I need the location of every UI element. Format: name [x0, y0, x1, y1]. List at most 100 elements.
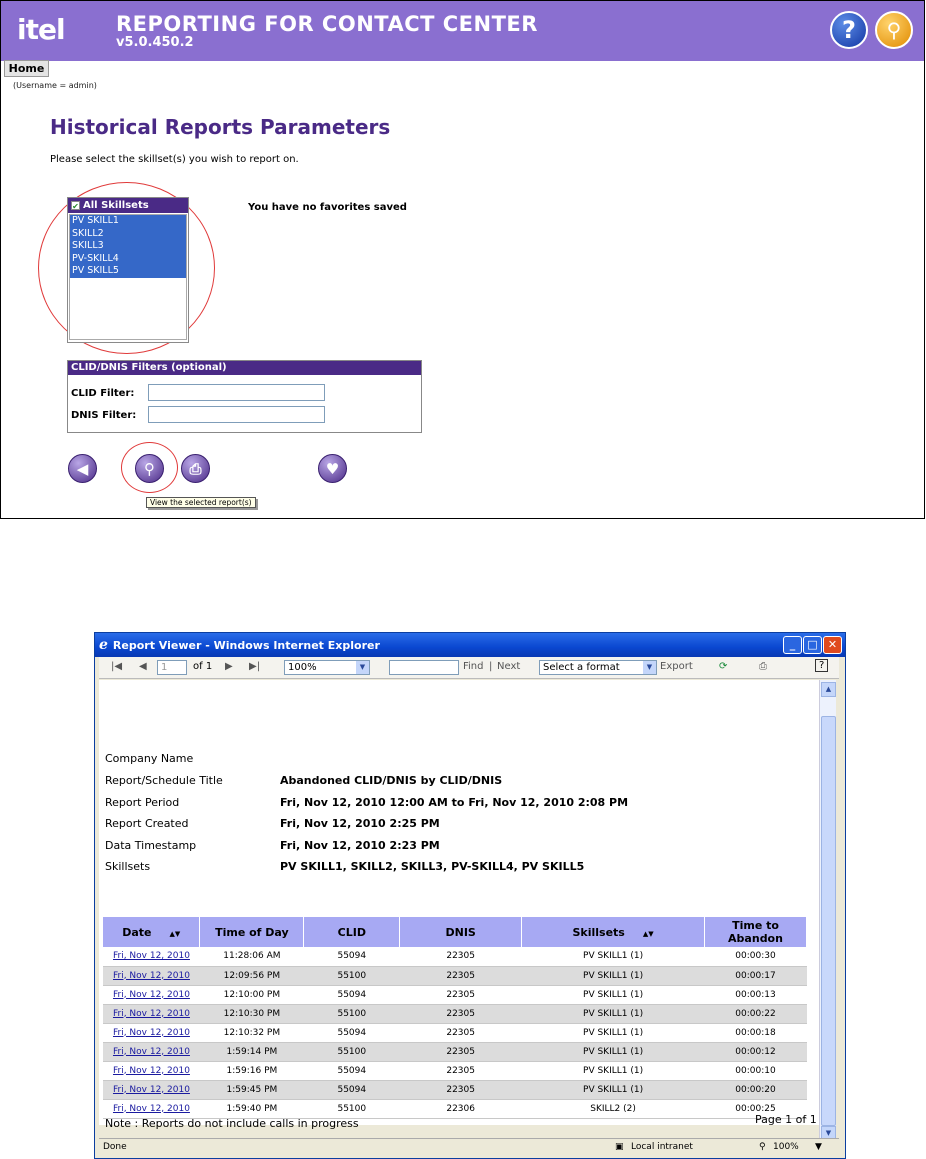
date-link[interactable]: Fri, Nov 12, 2010 — [103, 1080, 200, 1100]
print-icon[interactable]: ⎙ — [759, 661, 767, 672]
skillset-option[interactable]: PV-SKILL4 — [70, 252, 186, 265]
table-cell: 22305 — [399, 966, 522, 986]
table-cell: 22305 — [399, 985, 522, 1005]
scroll-up-icon[interactable]: ▲ — [821, 682, 836, 697]
print-button[interactable]: ⎙ — [181, 454, 210, 483]
clid-filter-input[interactable] — [148, 384, 325, 401]
skillset-selector: ✔ All Skillsets PV SKILL1 SKILL2 SKILL3 … — [67, 197, 189, 343]
magnifier-icon: ⚲ — [144, 459, 155, 478]
table-cell: 55100 — [303, 1042, 400, 1062]
clid-filter-label: CLID Filter: — [71, 388, 135, 399]
date-link[interactable]: Fri, Nov 12, 2010 — [103, 985, 200, 1005]
table-cell: 1:59:16 PM — [199, 1061, 304, 1081]
date-link[interactable]: Fri, Nov 12, 2010 — [103, 1023, 200, 1043]
table-cell: 00:00:22 — [704, 1004, 807, 1024]
last-page-icon[interactable]: ▶| — [249, 661, 260, 672]
view-report-button[interactable]: ⚲ — [135, 454, 164, 483]
table-cell: 55094 — [303, 1061, 400, 1081]
table-cell: PV SKILL1 (1) — [521, 985, 705, 1005]
find-input[interactable] — [389, 660, 459, 675]
tab-home[interactable]: Home — [4, 60, 49, 77]
reporting-app: itel REPORTING FOR CONTACT CENTER v5.0.4… — [0, 0, 925, 519]
export-link[interactable]: Export — [660, 661, 693, 672]
minimize-button[interactable]: _ — [783, 636, 802, 654]
table-cell: 22305 — [399, 1004, 522, 1024]
add-favorite-button[interactable]: ♥ — [318, 454, 347, 483]
report-table: Date ▲▼ Time of Day CLID DNIS Skillsets ▲▼… — [103, 917, 807, 1119]
meta-label: Data Timestamp — [105, 839, 197, 852]
report-content: Company Name Report/Schedule Title Aband… — [99, 680, 819, 1130]
help-icon[interactable]: ? — [830, 11, 868, 49]
ie-logo-icon: e — [99, 637, 108, 653]
skillset-listbox[interactable]: PV SKILL1 SKILL2 SKILL3 PV-SKILL4 PV SKI… — [69, 214, 187, 340]
date-link[interactable]: Fri, Nov 12, 2010 — [103, 1042, 200, 1062]
skillset-option[interactable]: SKILL2 — [70, 227, 186, 240]
next-link[interactable]: Next — [497, 661, 520, 672]
page-number-input[interactable]: 1 — [157, 660, 187, 675]
dnis-filter-input[interactable] — [148, 406, 325, 423]
window-title: Report Viewer - Windows Internet Explore… — [112, 638, 380, 652]
scrollbar-thumb[interactable] — [821, 716, 836, 1126]
date-link[interactable]: Fri, Nov 12, 2010 — [103, 966, 200, 986]
status-bar: Done ▣ Local intranet ⚲ 100% ▼ — [99, 1138, 839, 1156]
column-header-clid: CLID — [303, 917, 401, 947]
table-cell: 22305 — [399, 947, 522, 967]
maximize-button[interactable]: □ — [803, 636, 822, 654]
skillset-option[interactable]: PV SKILL1 — [70, 215, 186, 228]
back-button[interactable]: ◀ — [68, 454, 97, 483]
page-count-label: of 1 — [193, 661, 213, 672]
meta-value: Abandoned CLID/DNIS by CLID/DNIS — [280, 774, 503, 787]
column-header-label: Skillsets — [572, 925, 625, 939]
find-link[interactable]: Find — [463, 661, 484, 672]
sort-icon[interactable]: ▲▼ — [169, 930, 180, 938]
next-page-icon[interactable]: ▶ — [225, 661, 233, 672]
close-button[interactable]: ✕ — [823, 636, 842, 654]
table-cell: 22305 — [399, 1042, 522, 1062]
table-cell: 11:28:06 AM — [199, 947, 304, 967]
chevron-down-icon: ▼ — [356, 661, 369, 674]
favorites-message: You have no favorites saved — [248, 202, 407, 213]
all-skillsets-checkbox[interactable]: ✔ All Skillsets — [68, 198, 188, 213]
table-row: Fri, Nov 12, 2010 12:10:30 PM 55100 22305 PV… — [103, 1004, 807, 1024]
refresh-icon[interactable]: ⟳ — [719, 661, 727, 672]
column-header-date[interactable]: Date ▲▼ — [103, 917, 201, 947]
all-skillsets-label: All Skillsets — [83, 200, 149, 211]
zoom-icon[interactable]: ⚲ — [759, 1142, 766, 1152]
table-cell: 12:10:32 PM — [199, 1023, 304, 1043]
table-row: Fri, Nov 12, 2010 1:59:45 PM 55094 22305 PV … — [103, 1080, 807, 1100]
table-cell: 55094 — [303, 947, 400, 967]
date-link[interactable]: Fri, Nov 12, 2010 — [103, 1099, 200, 1119]
sort-icon[interactable]: ▲▼ — [643, 930, 654, 938]
date-link[interactable]: Fri, Nov 12, 2010 — [103, 947, 200, 967]
table-cell: 55100 — [303, 1004, 400, 1024]
table-cell: 00:00:13 — [704, 985, 807, 1005]
back-icon: ◀ — [76, 459, 89, 478]
date-link[interactable]: Fri, Nov 12, 2010 — [103, 1061, 200, 1081]
column-header-time: Time of Day — [199, 917, 305, 947]
first-page-icon[interactable]: |◀ — [111, 661, 122, 672]
chevron-down-icon[interactable]: ▼ — [815, 1142, 822, 1152]
table-cell: PV SKILL1 (1) — [521, 947, 705, 967]
chevron-down-icon: ▼ — [643, 661, 656, 674]
skillset-option[interactable]: SKILL3 — [70, 240, 186, 253]
status-zoom-label[interactable]: 100% — [773, 1142, 799, 1152]
table-cell: PV SKILL1 (1) — [521, 966, 705, 986]
table-cell: 55100 — [303, 966, 400, 986]
table-cell: PV SKILL1 (1) — [521, 1080, 705, 1100]
table-row: Fri, Nov 12, 2010 1:59:14 PM 55100 22305 PV … — [103, 1042, 807, 1062]
table-cell: 55100 — [303, 1099, 400, 1119]
date-link[interactable]: Fri, Nov 12, 2010 — [103, 1004, 200, 1024]
meta-label: Report Period — [105, 796, 180, 809]
vertical-scrollbar[interactable]: ▲ ▼ — [819, 680, 836, 1143]
skillset-option[interactable]: PV SKILL5 — [70, 265, 186, 278]
table-cell: 1:59:45 PM — [199, 1080, 304, 1100]
key-icon[interactable]: ⚲ — [875, 11, 913, 49]
format-select[interactable]: Select a format ▼ — [539, 660, 657, 675]
prev-page-icon[interactable]: ◀ — [139, 661, 147, 672]
help-icon[interactable]: ? — [815, 659, 829, 672]
column-header-skillsets[interactable]: Skillsets ▲▼ — [521, 917, 705, 947]
window-titlebar[interactable]: e Report Viewer - Windows Internet Explo… — [95, 633, 845, 657]
zoom-select[interactable]: 100% ▼ — [284, 660, 370, 675]
meta-value: Fri, Nov 12, 2010 12:00 AM to Fri, Nov 1… — [280, 796, 629, 809]
meta-label: Company Name — [105, 752, 194, 765]
